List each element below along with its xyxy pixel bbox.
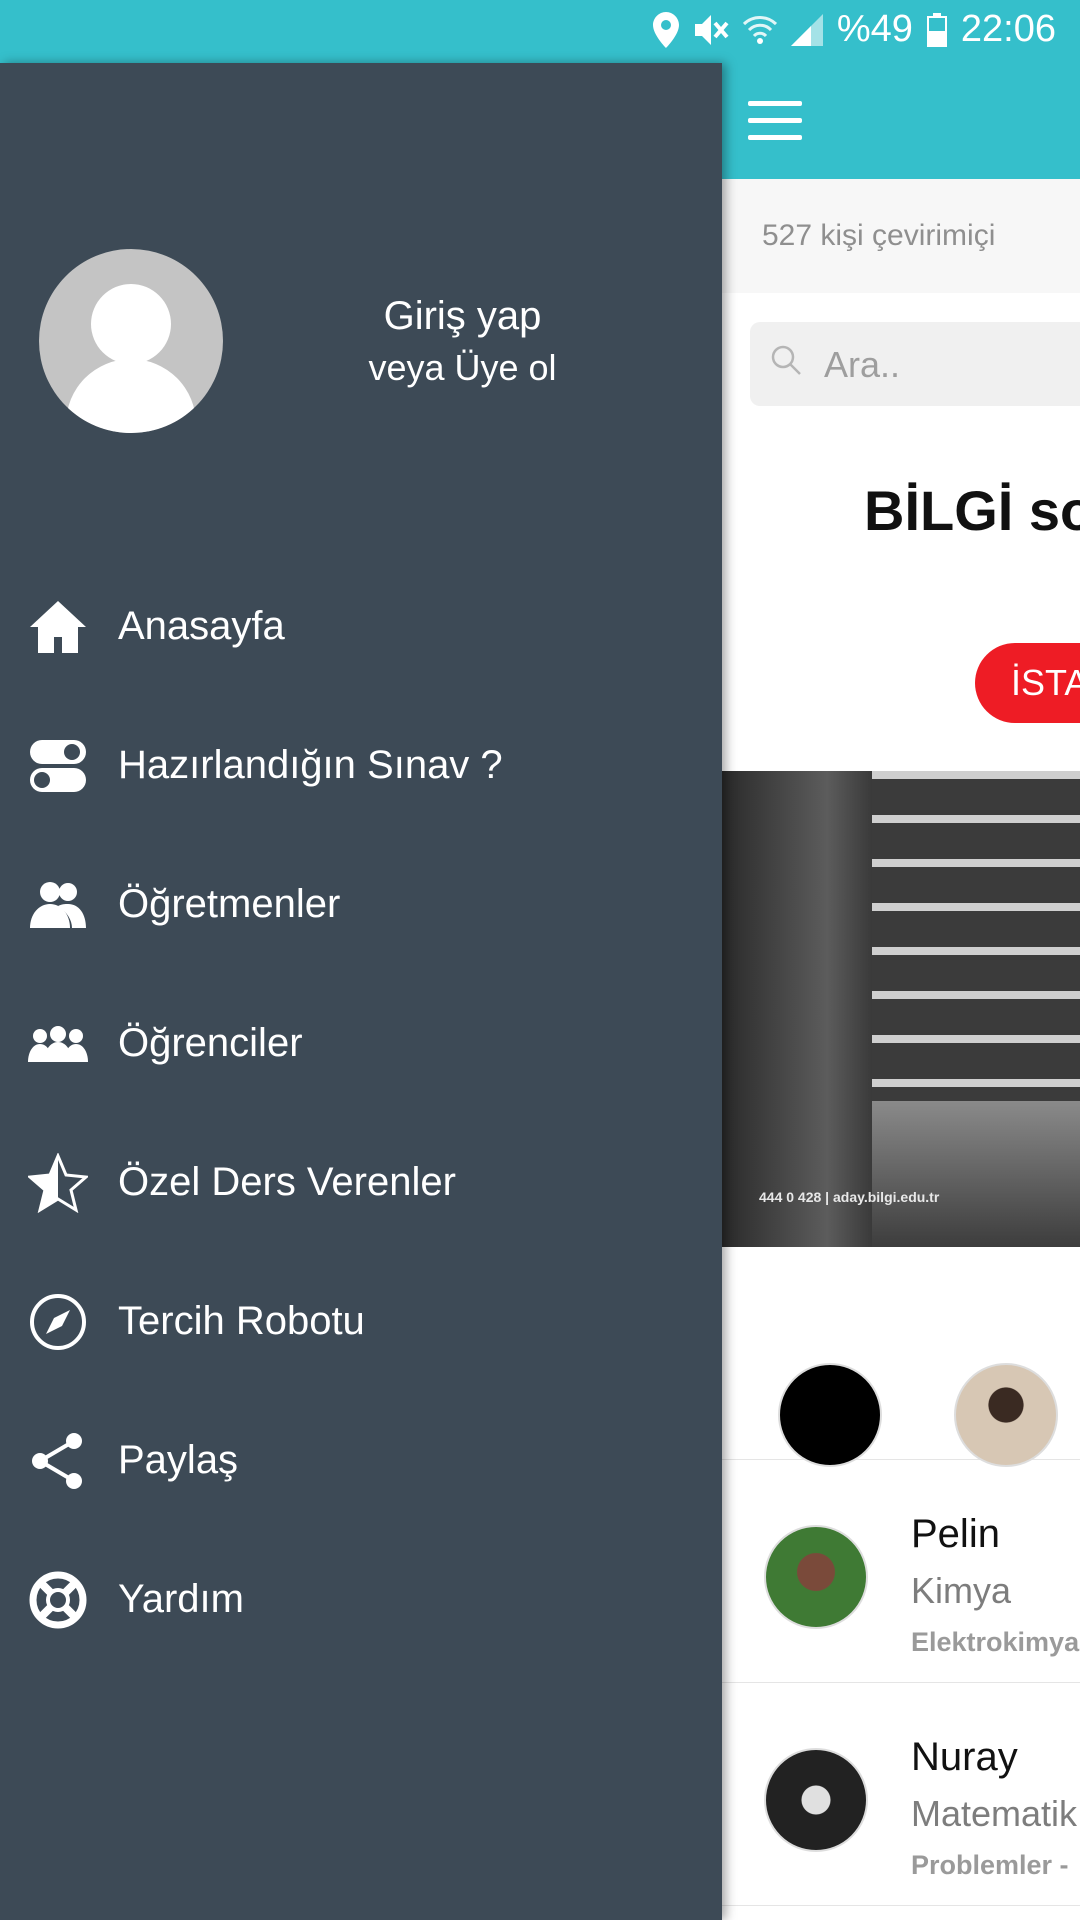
status-bar: %49 22:06 xyxy=(0,0,1080,63)
login-title: Giriş yap xyxy=(383,294,542,338)
students-icon xyxy=(28,1014,88,1074)
avatar xyxy=(764,1525,868,1629)
mute-icon xyxy=(694,14,729,45)
signal-icon xyxy=(790,13,823,46)
list-item-name: Nuray xyxy=(911,1735,1018,1779)
battery-icon xyxy=(926,12,947,47)
avatar[interactable] xyxy=(778,1363,882,1467)
search-input[interactable]: Ara.. xyxy=(750,322,1080,406)
menu-item-label: Yardım xyxy=(118,1577,244,1621)
help-lifebuoy-icon xyxy=(28,1570,88,1630)
pill-button[interactable]: İSTA xyxy=(975,643,1080,723)
search-icon xyxy=(771,345,801,375)
menu-item-ozel-ders[interactable]: Özel Ders Verenler xyxy=(0,1113,722,1252)
list-item-subject: Kimya xyxy=(911,1570,1012,1611)
menu-item-paylas[interactable]: Paylaş xyxy=(0,1391,722,1530)
menu-icon[interactable] xyxy=(748,101,802,141)
wifi-icon xyxy=(742,15,777,44)
menu-item-yardim[interactable]: Yardım xyxy=(0,1530,722,1669)
menu-item-ogretmenler[interactable]: Öğretmenler xyxy=(0,835,722,974)
main-content: 527 kişi çevirimiçi Ara.. BİLGİ so İSTA … xyxy=(722,63,1080,1920)
list-item[interactable]: Nuray Matematik Problemler - xyxy=(722,1683,1080,1906)
compass-icon xyxy=(28,1292,88,1352)
login-link[interactable]: Giriş yap veya Üye ol xyxy=(340,294,585,389)
headline: BİLGİ so xyxy=(864,479,1080,542)
banner-caption: 444 0 428 | aday.bilgi.edu.tr xyxy=(759,1189,940,1205)
search-placeholder: Ara.. xyxy=(824,344,901,385)
menu-item-label: Paylaş xyxy=(118,1438,239,1482)
menu-item-ogrenciler[interactable]: Öğrenciler xyxy=(0,974,722,1113)
list-item-subject: Matematik xyxy=(911,1793,1078,1834)
toggle-icon xyxy=(28,736,88,796)
menu-item-sinav[interactable]: Hazırlandığın Sınav ? xyxy=(0,696,722,835)
online-count: 527 kişi çevirimiçi xyxy=(722,179,1080,293)
teachers-icon xyxy=(28,875,88,935)
avatar[interactable] xyxy=(39,249,223,433)
menu-item-label: Öğretmenler xyxy=(118,882,341,926)
list-item-topic: Elektrokimya xyxy=(911,1627,1080,1657)
ad-banner[interactable]: 444 0 428 | aday.bilgi.edu.tr xyxy=(722,771,1080,1247)
battery-percent: %49 xyxy=(836,8,913,50)
star-icon xyxy=(28,1152,88,1213)
menu-item-label: Hazırlandığın Sınav ? xyxy=(118,743,503,787)
avatar[interactable] xyxy=(954,1363,1058,1467)
menu-item-anasayfa[interactable]: Anasayfa xyxy=(0,557,722,696)
navigation-drawer: Giriş yap veya Üye ol Anasayfa Hazırland… xyxy=(0,63,722,1920)
menu-item-label: Tercih Robotu xyxy=(118,1299,365,1343)
login-subtitle: veya Üye ol xyxy=(368,347,557,388)
list-item[interactable]: Pelin Kimya Elektrokimya xyxy=(722,1460,1080,1683)
app-bar xyxy=(722,63,1080,179)
location-icon xyxy=(652,11,679,48)
drawer-menu: Anasayfa Hazırlandığın Sınav ? Öğretmenl… xyxy=(0,557,722,1669)
avatar xyxy=(764,1748,868,1852)
home-icon xyxy=(28,597,88,657)
menu-item-label: Anasayfa xyxy=(118,604,285,648)
avatar-row xyxy=(722,1247,1080,1467)
menu-item-label: Özel Ders Verenler xyxy=(118,1160,456,1204)
list-item-topic: Problemler - xyxy=(911,1850,1069,1880)
share-icon xyxy=(28,1431,88,1491)
menu-item-label: Öğrenciler xyxy=(118,1021,303,1065)
list-item-name: Pelin xyxy=(911,1512,1000,1556)
menu-item-tercih-robotu[interactable]: Tercih Robotu xyxy=(0,1252,722,1391)
clock: 22:06 xyxy=(960,8,1056,50)
